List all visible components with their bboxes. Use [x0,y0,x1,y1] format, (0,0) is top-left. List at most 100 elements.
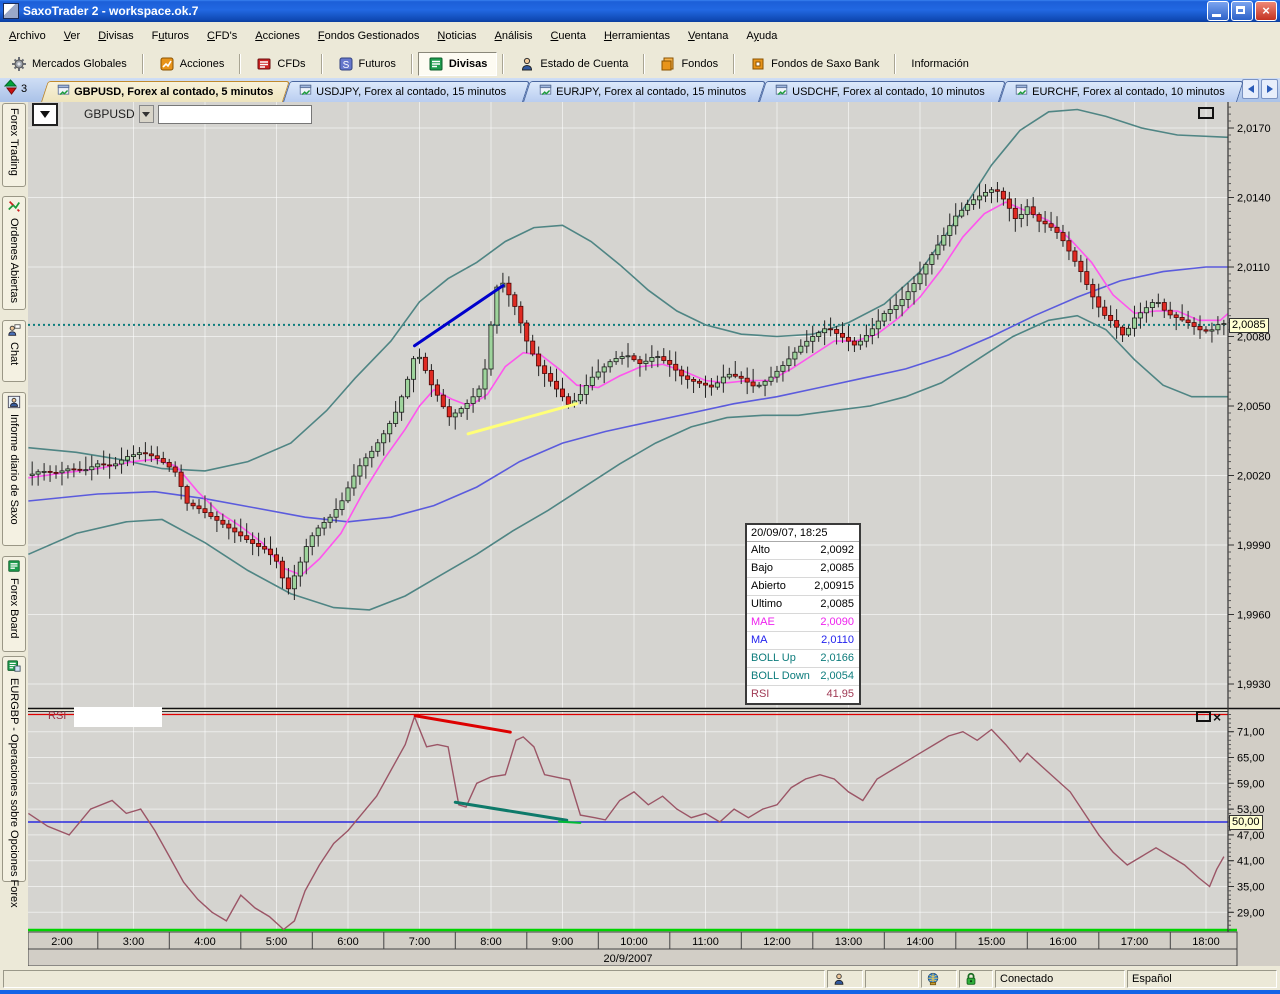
rsi-panel-maximize-icon[interactable] [1196,711,1211,722]
maximize-button[interactable] [1231,1,1253,21]
status-user-cell [827,970,863,988]
status-security-cell [959,970,993,988]
toolbar-button-divisas[interactable]: Divisas [418,52,498,76]
toolbar-button-label: Fondos [681,58,718,70]
tooltip-row-rsi: RSI41,95 [747,685,859,703]
tab-label: EURCHF, Forex al contado, 10 minutos [1032,86,1225,98]
tooltip-row-label: Bajo [751,561,773,576]
toolbar-button-fondos-de-saxo-bank[interactable]: Fondos de Saxo Bank [740,52,889,76]
svg-text:17:00: 17:00 [1121,936,1149,948]
chart-menu-dropdown[interactable] [32,103,58,126]
menu-item-divisas[interactable]: Divisas [89,26,142,46]
sidebar-item-forex-trading[interactable]: Forex Trading [2,103,26,187]
tab-usdchf[interactable]: USDCHF, Forex al contado, 10 minutos [759,81,999,102]
svg-text:15:00: 15:00 [978,936,1006,948]
close-button[interactable]: × [1255,1,1277,21]
chart-tab-bar: 3 GBPUSD, Forex al contado, 5 minutosUSD… [0,78,1280,102]
menu-item-ayuda[interactable]: Ayuda [737,26,786,46]
price-panel-maximize-icon[interactable] [1198,107,1214,119]
status-network-cell [921,970,957,988]
symbol-dropdown[interactable] [139,105,154,123]
rsi-indicator-label: RSI [48,710,66,722]
svg-text:2,0110: 2,0110 [1237,262,1270,274]
tab-eurjpy[interactable]: EURJPY, Forex al contado, 15 minutos [523,81,759,102]
title-bar: SaxoTrader 2 - workspace.ok.7 × [0,0,1280,22]
toolbar-button-label: Información [911,58,968,70]
tab-label: GBPUSD, Forex al contado, 5 minutos [74,86,273,98]
tab-usdjpy[interactable]: USDJPY, Forex al contado, 15 minutos [283,81,523,102]
tooltip-row-mae: MAE2,0090 [747,613,859,631]
svg-text:2,0050: 2,0050 [1237,401,1271,413]
tab-eurchf[interactable]: EURCHF, Forex al contado, 10 minutos [999,81,1237,102]
rsi-midline-badge: 50,00 [1229,815,1263,830]
menu-item-fondos-gestionados[interactable]: Fondos Gestionados [309,26,429,46]
toolbar-button-fondos[interactable]: Fondos [650,52,728,76]
rsi-panel-close-icon[interactable]: × [1213,712,1221,722]
rsi-trendline-2 [559,822,580,823]
toolbar-separator [142,54,144,74]
tab-gbpusd[interactable]: GBPUSD, Forex al contado, 5 minutos [41,81,283,102]
svg-text:4:00: 4:00 [194,936,215,948]
status-bar: ConectadoEspañol [0,968,1280,990]
left-sidebar: Forex Trading Ordenes Abiertas Chat Informe… [0,102,28,968]
toolbar-button-label: Estado de Cuenta [540,58,628,70]
menu-item-ventana[interactable]: Ventana [679,26,737,46]
tooltip-row-abierto: Abierto2,00915 [747,577,859,595]
rsi-label-box[interactable] [74,707,162,727]
minimize-button[interactable] [1207,1,1229,21]
person-icon [519,56,535,72]
svg-text:2,0080: 2,0080 [1237,332,1271,344]
menu-item-herramientas[interactable]: Herramientas [595,26,679,46]
sidebar-item-label: Informe diario de Saxo [8,414,20,525]
tooltip-row-boll-down: BOLL Down2,0054 [747,667,859,685]
toolbar-button-acciones[interactable]: Acciones [149,52,235,76]
svg-text:11:00: 11:00 [692,936,719,948]
menu-item-ver[interactable]: Ver [55,26,90,46]
sidebar-item-eurgbp-operaciones-sobre-opc[interactable]: EURGBP - Operaciones sobre Opciones Fore… [2,656,26,882]
menu-item-futuros[interactable]: Futuros [143,26,198,46]
sidebar-item-label: Forex Board [8,578,20,639]
sidebar-item-forex-board[interactable]: Forex Board [2,556,26,652]
sidebar-item-informe-diario-de-saxo[interactable]: Informe diario de Saxo [2,392,26,546]
svg-text:65,00: 65,00 [1237,753,1265,765]
symbol-label: GBPUSD [84,107,135,121]
date-label: 20/9/2007 [604,953,653,965]
tab-scroll-left-button[interactable] [1242,79,1259,99]
sidebar-item-chat[interactable]: Chat [2,320,26,382]
menu-item-acciones[interactable]: Acciones [246,26,309,46]
toolbar-button-cfds[interactable]: CFDs [246,52,315,76]
svg-text:1,9990: 1,9990 [1237,540,1271,552]
workspace: Forex Trading Ordenes Abiertas Chat Informe… [0,102,1280,968]
toolbar-separator [321,54,323,74]
tab-scroll-right-button[interactable] [1261,79,1278,99]
menu-item-noticias[interactable]: Noticias [428,26,485,46]
toolbar-button-futuros[interactable]: SFuturos [328,52,406,76]
menu-item-an-lisis[interactable]: Análisis [486,26,542,46]
saxotrader-window: { "window": {"title": "SaxoTrader 2 - wo… [0,0,1280,994]
toolbar-button-mercados-globales[interactable]: Mercados Globales [1,52,137,76]
svg-text:14:00: 14:00 [906,936,934,948]
toolbar-button-estado-de-cuenta[interactable]: Estado de Cuenta [509,52,638,76]
lock-icon [964,972,978,986]
sidebar-item-ordenes-abiertas[interactable]: Ordenes Abiertas [2,196,26,310]
svg-text:9:00: 9:00 [552,936,573,948]
menu-item-archivo[interactable]: Archivo [0,26,55,46]
toolbar-button-informaci-n[interactable]: Información [901,54,978,74]
svg-text:35,00: 35,00 [1237,882,1265,894]
menu-item-cuenta[interactable]: Cuenta [541,26,594,46]
menu-item-cfd-s[interactable]: CFD's [198,26,246,46]
window-title: SaxoTrader 2 - workspace.ok.7 [23,4,198,18]
svg-text:47,00: 47,00 [1237,830,1265,842]
symbol-input[interactable] [158,105,312,124]
toolbar-button-label: Divisas [449,58,488,70]
tooltip-row-value: 2,0166 [820,651,854,666]
tab-chart-icon [299,84,312,100]
connection-status: Conectado [995,970,1125,988]
tooltip-row-value: 2,0054 [820,669,854,684]
menu-bar: ArchivoVerDivisasFuturosCFD'sAccionesFon… [0,22,1280,51]
tooltip-row-label: MAE [751,615,775,630]
tab-chart-icon [1015,84,1028,100]
toolbar-separator [643,54,645,74]
tab-scroll-controls [1242,79,1280,102]
toolbar-button-label: CFDs [277,58,305,70]
